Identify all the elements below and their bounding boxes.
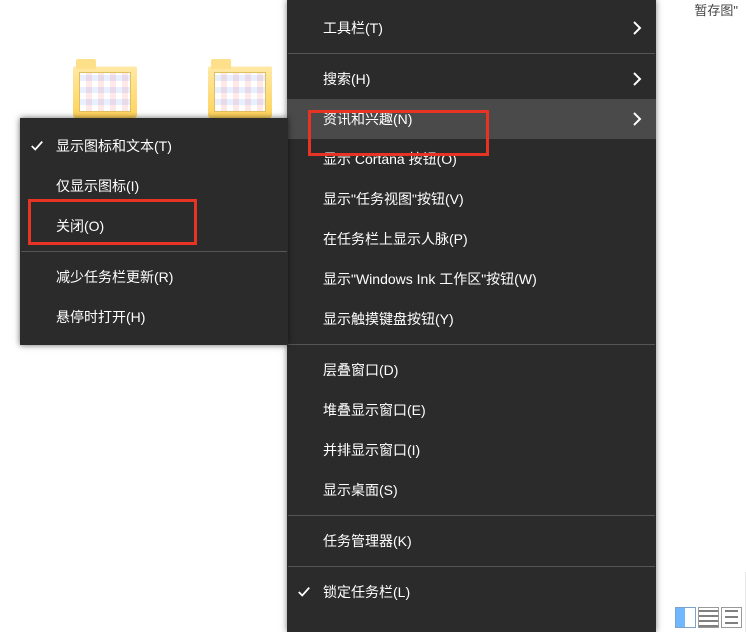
- menu-item-label: 显示图标和文本(T): [34, 138, 172, 154]
- main-item-cortana[interactable]: 显示 Cortana 按钮(O): [287, 139, 656, 179]
- chevron-right-icon: [632, 71, 642, 87]
- checkmark-icon: [297, 585, 311, 599]
- sub-item-close[interactable]: 关闭(O): [20, 206, 288, 246]
- menu-item-label: 仅显示图标(I): [34, 178, 139, 194]
- folder-icon-1[interactable]: [73, 66, 137, 118]
- menu-item-label: 减少任务栏更新(R): [34, 269, 173, 285]
- menu-item-label: 显示"任务视图"按钮(V): [301, 191, 464, 207]
- main-item-toolbars[interactable]: 工具栏(T): [287, 8, 656, 48]
- sub-item-icons-only[interactable]: 仅显示图标(I): [20, 166, 288, 206]
- sub-item-icons-text[interactable]: 显示图标和文本(T): [20, 126, 288, 166]
- main-item-taskmgr[interactable]: 任务管理器(K): [287, 521, 656, 561]
- menu-item-label: 显示"Windows Ink 工作区"按钮(W): [301, 271, 537, 287]
- folder-icon-2[interactable]: [208, 66, 272, 118]
- main-item-people[interactable]: 在任务栏上显示人脉(P): [287, 219, 656, 259]
- menu-separator: [21, 251, 287, 252]
- sub-item-hover[interactable]: 悬停时打开(H): [20, 297, 288, 337]
- checkmark-icon: [30, 139, 44, 153]
- main-item-cascade[interactable]: 层叠窗口(D): [287, 350, 656, 390]
- news-interests-submenu[interactable]: 显示图标和文本(T) 仅显示图标(I) 关闭(O) 减少任务栏更新(R) 悬停时打开(H…: [20, 118, 288, 345]
- menu-separator: [288, 344, 655, 345]
- main-item-side[interactable]: 并排显示窗口(I): [287, 430, 656, 470]
- sub-item-reduce[interactable]: 减少任务栏更新(R): [20, 257, 288, 297]
- view-list-icon[interactable]: [698, 607, 719, 628]
- main-item-news[interactable]: 资讯和兴趣(N): [287, 99, 656, 139]
- chevron-right-icon: [632, 20, 642, 36]
- menu-item-label: 在任务栏上显示人脉(P): [301, 231, 468, 247]
- menu-separator: [288, 515, 655, 516]
- menu-item-label: 并排显示窗口(I): [301, 442, 420, 458]
- menu-item-label: 显示 Cortana 按钮(O): [301, 151, 457, 167]
- menu-separator: [288, 566, 655, 567]
- chevron-right-icon: [632, 111, 642, 127]
- menu-item-label: 层叠窗口(D): [301, 362, 398, 378]
- menu-item-label: 显示桌面(S): [301, 482, 398, 498]
- folder-thumbnail: [214, 72, 266, 112]
- main-item-taskview[interactable]: 显示"任务视图"按钮(V): [287, 179, 656, 219]
- main-item-search[interactable]: 搜索(H): [287, 59, 656, 99]
- explorer-view-icons: [675, 607, 742, 628]
- menu-item-label: 锁定任务栏(L): [301, 584, 410, 600]
- main-item-touchkey[interactable]: 显示触摸键盘按钮(Y): [287, 299, 656, 339]
- menu-separator: [288, 53, 655, 54]
- menu-item-label: 工具栏(T): [301, 20, 383, 36]
- folder-thumbnail: [79, 72, 131, 112]
- menu-item-label: 悬停时打开(H): [34, 309, 145, 325]
- menu-item-label: 关闭(O): [34, 218, 104, 234]
- view-details-icon[interactable]: [721, 607, 742, 628]
- menu-item-label: 堆叠显示窗口(E): [301, 402, 426, 418]
- main-item-desktop[interactable]: 显示桌面(S): [287, 470, 656, 510]
- main-item-stack[interactable]: 堆叠显示窗口(E): [287, 390, 656, 430]
- taskbar-context-menu[interactable]: 工具栏(T) 搜索(H) 资讯和兴趣(N) 显示 Cortana 按钮(O) 显示"任务…: [287, 0, 656, 632]
- main-item-ink[interactable]: 显示"Windows Ink 工作区"按钮(W): [287, 259, 656, 299]
- menu-item-label: 搜索(H): [301, 71, 370, 87]
- menu-item-label: 显示触摸键盘按钮(Y): [301, 311, 454, 327]
- partial-window-text: 暂存图": [694, 0, 738, 19]
- main-item-lock[interactable]: 锁定任务栏(L): [287, 572, 656, 612]
- menu-item-label: 资讯和兴趣(N): [301, 111, 412, 127]
- view-large-icon[interactable]: [675, 607, 696, 628]
- menu-item-label: 任务管理器(K): [301, 533, 412, 549]
